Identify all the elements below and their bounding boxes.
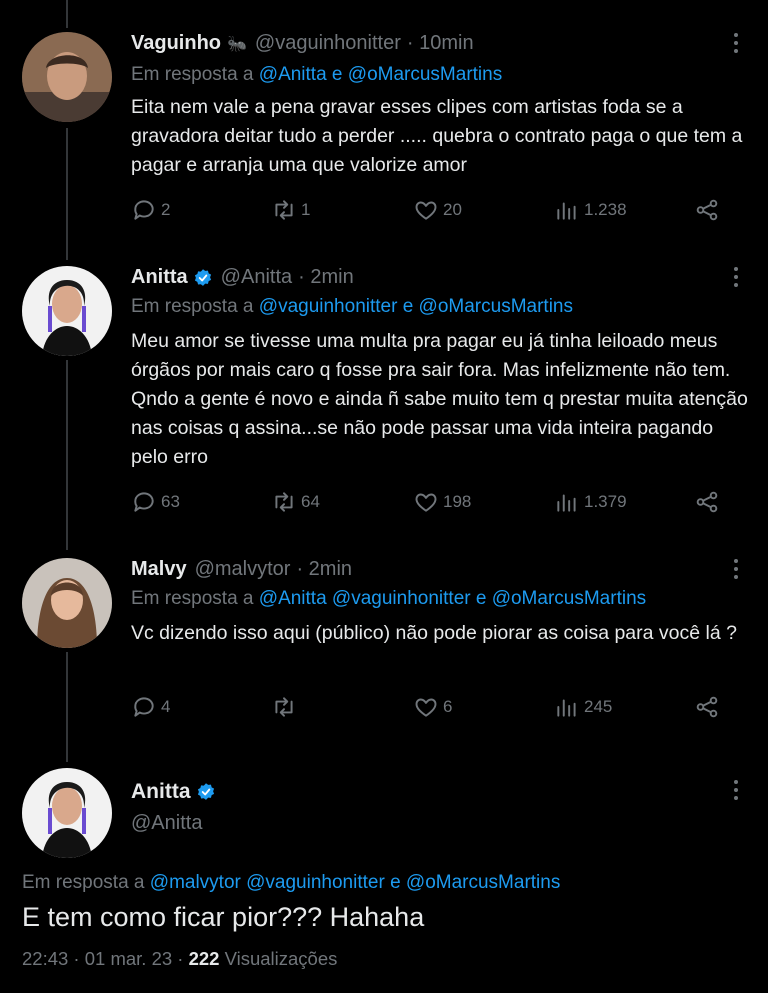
tweet-metadata: 22:43 · 01 mar. 23 · 222 Visualizações xyxy=(22,948,337,970)
reply-count: 63 xyxy=(161,492,180,511)
username[interactable]: @Anitta xyxy=(221,266,292,289)
avatar[interactable] xyxy=(22,32,112,122)
reply-context: Em resposta a @malvytor @vaguinhonitter … xyxy=(22,872,560,894)
action-bar: 63 64 198 1.379 xyxy=(131,489,731,519)
verified-badge-icon xyxy=(193,268,213,288)
like-count: 198 xyxy=(443,492,472,511)
username[interactable]: @Anitta xyxy=(131,812,202,835)
tweet-text: Vc dizendo isso aqui (público) não pode … xyxy=(131,622,737,644)
tweet-text: E tem como ficar pior??? Hahaha xyxy=(22,902,425,932)
name-emoji: 🐜 xyxy=(227,35,247,53)
tweet-text: Eita nem vale a pena gravar esses clipes… xyxy=(131,96,743,176)
timestamp[interactable]: · 2min xyxy=(298,266,354,289)
tweet[interactable]: Vaguinho 🐜 @vaguinhonitter · 10min Em re… xyxy=(0,0,768,250)
reply-mentions[interactable]: @Anitta e @oMarcusMartins xyxy=(259,64,502,85)
views-button[interactable]: 1.379 xyxy=(554,489,627,515)
like-button[interactable]: 20 xyxy=(413,197,462,223)
retweet-button[interactable] xyxy=(271,694,301,720)
reply-count: 4 xyxy=(161,697,171,716)
views-button[interactable]: 245 xyxy=(554,694,612,720)
tweet-header: Malvy @malvytor · 2min xyxy=(131,558,352,581)
more-icon[interactable] xyxy=(732,778,740,802)
display-name[interactable]: Malvy xyxy=(131,558,187,581)
action-bar: 2 1 20 1.238 xyxy=(131,197,731,227)
tweet[interactable]: Malvy @malvytor · 2min Em resposta a @An… xyxy=(0,554,768,754)
more-icon[interactable] xyxy=(732,265,740,289)
reply-context: Em resposta a @Anitta @vaguinhonitter e … xyxy=(131,588,646,610)
reply-context: Em resposta a @Anitta e @oMarcusMartins xyxy=(131,64,502,86)
avatar[interactable] xyxy=(22,266,112,356)
views-count: 1.238 xyxy=(584,200,627,219)
display-name[interactable]: Anitta xyxy=(131,780,191,804)
display-name[interactable]: Vaguinho xyxy=(131,32,221,55)
tweet-header: Vaguinho 🐜 @vaguinhonitter · 10min xyxy=(131,32,474,55)
focused-tweet: Anitta @Anitta xyxy=(0,768,768,858)
reply-button[interactable]: 4 xyxy=(131,694,170,720)
reply-mentions[interactable]: @vaguinhonitter e @oMarcusMartins xyxy=(259,296,573,317)
views-count: 1.379 xyxy=(584,492,627,511)
retweet-count: 64 xyxy=(301,492,320,511)
timestamp[interactable]: · 10min xyxy=(407,32,474,55)
retweet-button[interactable]: 64 xyxy=(271,489,320,515)
display-name[interactable]: Anitta xyxy=(131,266,188,289)
more-icon[interactable] xyxy=(732,557,740,581)
share-button[interactable] xyxy=(694,489,724,515)
share-icon xyxy=(694,694,720,720)
reply-prefix: Em resposta a xyxy=(131,64,254,85)
reply-button[interactable]: 2 xyxy=(131,197,170,223)
retweet-button[interactable]: 1 xyxy=(271,197,310,223)
views-button[interactable]: 1.238 xyxy=(554,197,627,223)
views-icon xyxy=(554,197,580,223)
more-icon[interactable] xyxy=(732,31,740,55)
reply-prefix: Em resposta a xyxy=(22,872,145,893)
retweet-icon xyxy=(271,197,297,223)
views-count: 222 xyxy=(188,948,220,969)
reply-prefix: Em resposta a xyxy=(131,588,254,609)
reply-context: Em resposta a @vaguinhonitter e @oMarcus… xyxy=(131,296,573,318)
views-icon xyxy=(554,694,580,720)
retweet-count: 1 xyxy=(301,200,311,219)
share-button[interactable] xyxy=(694,694,724,720)
avatar[interactable] xyxy=(22,558,112,648)
reply-icon xyxy=(131,694,157,720)
username[interactable]: @malvytor xyxy=(195,558,291,581)
avatar[interactable] xyxy=(22,768,112,858)
views-count: 245 xyxy=(584,697,613,716)
like-button[interactable]: 198 xyxy=(413,489,471,515)
share-button[interactable] xyxy=(694,197,724,223)
timestamp[interactable]: 22:43 · 01 mar. 23 · xyxy=(22,948,183,969)
like-count: 20 xyxy=(443,200,462,219)
reply-mentions[interactable]: @malvytor @vaguinhonitter e @oMarcusMart… xyxy=(150,872,561,893)
like-count: 6 xyxy=(443,697,453,716)
reply-icon xyxy=(131,197,157,223)
reply-mentions[interactable]: @Anitta @vaguinhonitter e @oMarcusMartin… xyxy=(259,588,646,609)
views-label: Visualizações xyxy=(224,948,338,969)
action-bar: 4 6 245 xyxy=(131,694,731,724)
like-icon xyxy=(413,694,439,720)
share-icon xyxy=(694,489,720,515)
tweet[interactable]: Anitta @Anitta · 2min Em resposta a @vag… xyxy=(0,262,768,542)
display-name-row: Anitta xyxy=(131,780,216,804)
tweet-header: Anitta @Anitta · 2min xyxy=(131,266,354,289)
views-icon xyxy=(554,489,580,515)
tweet-text: Meu amor se tivesse uma multa pra pagar … xyxy=(131,330,748,468)
retweet-icon xyxy=(271,694,297,720)
reply-button[interactable]: 63 xyxy=(131,489,180,515)
reply-icon xyxy=(131,489,157,515)
retweet-icon xyxy=(271,489,297,515)
reply-count: 2 xyxy=(161,200,171,219)
verified-badge-icon xyxy=(196,782,216,802)
reply-prefix: Em resposta a xyxy=(131,296,254,317)
username[interactable]: @vaguinhonitter xyxy=(255,32,401,55)
like-icon xyxy=(413,197,439,223)
like-icon xyxy=(413,489,439,515)
like-button[interactable]: 6 xyxy=(413,694,452,720)
share-icon xyxy=(694,197,720,223)
timestamp[interactable]: · 2min xyxy=(296,558,352,581)
